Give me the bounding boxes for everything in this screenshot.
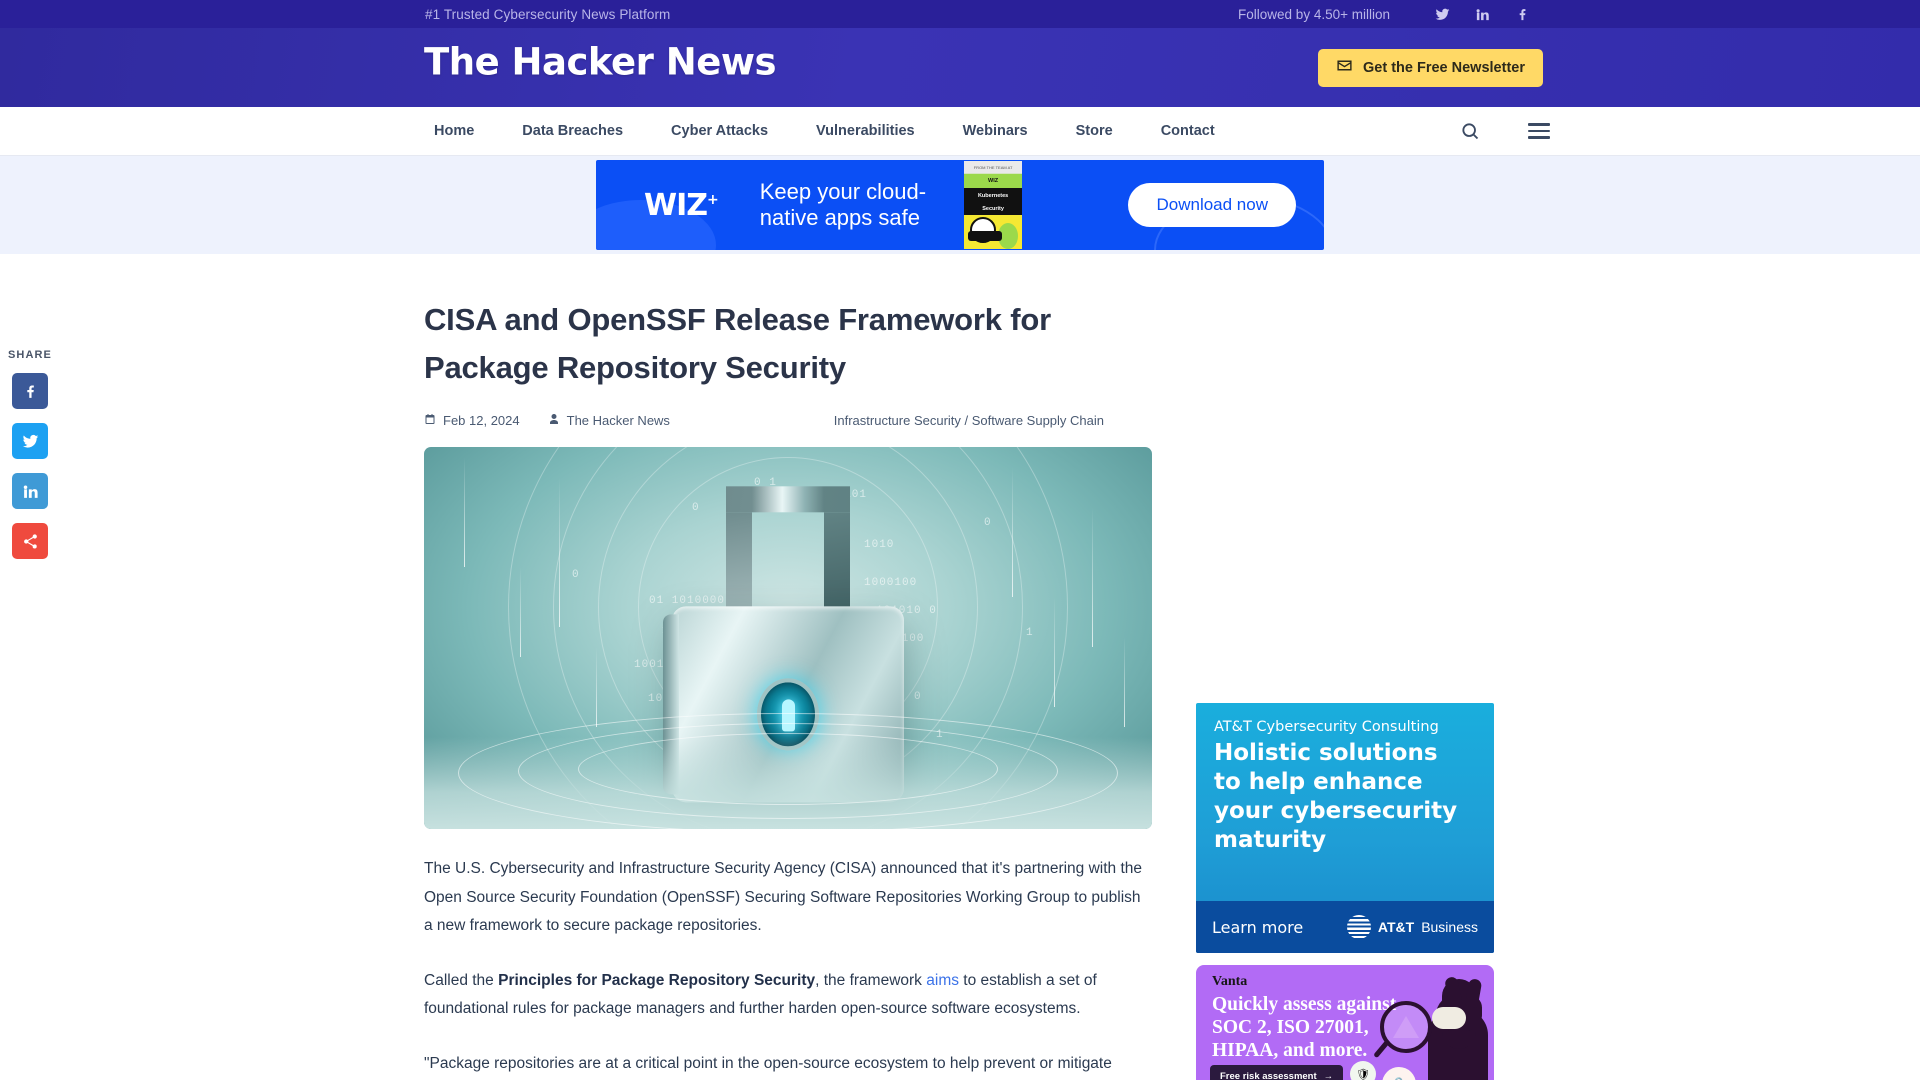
wiz-headline: Keep your cloud- native apps safe [760,179,926,231]
book-glasses-decor [968,231,1003,241]
article-date-text: Feb 12, 2024 [443,412,520,428]
att-headline-line2: to help enhance [1214,769,1423,795]
article: CISA and OpenSSF Release Framework for P… [424,254,1152,1078]
nav-item-store[interactable]: Store [1052,123,1137,139]
att-headline: Holistic solutions to help enhance your … [1196,735,1494,855]
article-paragraph-1: The U.S. Cybersecurity and Infrastructur… [424,855,1152,941]
article-featured-image: 01 1010000 0 0 1 1 101 1010 1000100 1010… [424,447,1152,829]
p2-part-2: , the framework [815,971,927,989]
p2-part-0: Called the [424,971,499,989]
twitter-icon[interactable] [1422,7,1462,22]
att-brand-suffix: Business [1421,919,1478,935]
page-title: CISA and OpenSSF Release Framework for P… [424,302,1051,385]
book-title-line2: Security [982,206,1004,212]
twitter-icon [22,434,38,448]
site-logo[interactable]: The Hacker News [424,44,777,81]
wiz-headline-line2: native apps safe [759,205,920,230]
newsletter-button-label: Get the Free Newsletter [1363,59,1525,76]
envelope-icon [1336,57,1353,78]
att-headline-line4: maturity [1214,827,1327,853]
top-utility-bar: #1 Trusted Cybersecurity News Platform F… [0,0,1920,28]
article-categories: Infrastructure Security / Software Suppl… [833,412,1104,428]
linkedin-icon[interactable] [1462,7,1502,22]
nav-item-data-breaches[interactable]: Data Breaches [498,123,647,139]
nav-actions [1460,121,1550,141]
att-headline-line1: Holistic solutions [1214,740,1438,766]
att-learn-more-link[interactable]: Learn more [1212,918,1303,937]
att-footer: Learn more AT&T Business [1196,901,1494,953]
article-author-text: The Hacker News [566,412,670,428]
leaderboard-ad-strip: WIZ+ Keep your cloud- native apps safe F… [0,156,1920,254]
site-masthead: The Hacker News Get the Free Newsletter [0,28,1920,107]
nav-item-cyber-attacks[interactable]: Cyber Attacks [647,123,792,139]
att-kicker: AT&T Cybersecurity Consulting [1214,719,1439,735]
vanta-headline-line3: HIPAA, and more. [1212,1040,1368,1061]
share-more-button[interactable] [12,523,48,559]
wiz-book-cover: FROM THE TEAM AT WIZ Kubernetes Security [964,161,1023,249]
share-label: SHARE [7,349,52,361]
facebook-icon[interactable] [1502,7,1542,22]
article-author: The Hacker News [548,413,670,428]
book-kicker: FROM THE TEAM AT [973,165,1013,170]
vanta-headline-line2: SOC 2, ISO 27001, [1212,1017,1369,1038]
aims-link[interactable]: aims [926,972,959,989]
facebook-icon [26,384,34,398]
article-paragraph-3: "Package repositories are at a critical … [424,1050,1152,1079]
att-headline-line3: your cybersecurity [1214,798,1458,824]
paragraph-3-text: "Package repositories are at a critical … [424,1054,1112,1072]
vanta-brand: Vanta [1212,974,1248,989]
nav-item-webinars[interactable]: Webinars [939,123,1052,139]
share-rail: SHARE [0,349,60,573]
article-paragraph-2: Called the Principles for Package Reposi… [424,967,1152,1024]
wiz-logo-plus: + [707,191,719,208]
site-tagline: #1 Trusted Cybersecurity News Platform [425,6,671,22]
topbar-right-group: Followed by 4.50+ million [1238,7,1542,22]
att-advertisement[interactable]: AT&T Cybersecurity Consulting Holistic s… [1196,703,1494,953]
article-meta: Feb 12, 2024 The Hacker News Infrastruct… [424,410,1152,430]
linkedin-icon [23,484,38,498]
wiz-download-button[interactable]: Download now [1128,183,1296,227]
wiz-logo: WIZ+ [644,187,719,223]
article-date: Feb 12, 2024 [424,413,520,428]
att-brand-lockup: AT&T Business [1346,915,1478,939]
nav-item-home[interactable]: Home [410,123,498,139]
share-twitter-button[interactable] [12,423,48,459]
p2-part-1-bold: Principles for Package Repository Securi… [498,971,816,989]
wiz-logo-text: WIZ [644,187,708,223]
vanta-headline-line1: Quickly assess against [1212,994,1397,1015]
book-art [964,215,1023,249]
share-facebook-button[interactable] [12,373,48,409]
book-title-line2-wrap: Security [964,203,1023,215]
calendar-icon [424,413,436,428]
att-brand-name: AT&T [1377,919,1415,935]
search-icon[interactable] [1460,121,1480,141]
newsletter-button[interactable]: Get the Free Newsletter [1318,48,1543,87]
vanta-advertisement[interactable]: Vanta Quickly assess against SOC 2, ISO … [1196,965,1494,1080]
book-title-line1: Kubernetes [977,192,1009,199]
vanta-free-risk-assessment-button[interactable]: Free risk assessment → [1210,1065,1344,1080]
vanta-headline: Quickly assess against SOC 2, ISO 27001,… [1212,993,1396,1062]
share-nodes-icon [23,533,37,549]
follower-count: Followed by 4.50+ million [1238,6,1390,22]
wiz-headline-line1: Keep your cloud- [759,179,927,204]
user-icon [548,413,560,428]
att-globe-icon [1346,915,1371,939]
nav-items: Home Data Breaches Cyber Attacks Vulnera… [410,123,1239,139]
page-content: SHARE CISA and OpenSSF Release Framework… [0,254,1920,1080]
floor-ring-3 [458,713,1118,829]
right-sidebar: AT&T Cybersecurity Consulting Holistic s… [1196,254,1494,1080]
share-linkedin-button[interactable] [12,473,48,509]
paragraph-1-text: The U.S. Cybersecurity and Infrastructur… [424,860,1143,934]
main-navigation: Home Data Breaches Cyber Attacks Vulnera… [0,107,1920,156]
wiz-advertisement[interactable]: WIZ+ Keep your cloud- native apps safe F… [596,160,1324,250]
book-title: Kubernetes [964,188,1023,203]
arrow-right-icon: → [1323,1070,1334,1080]
hamburger-menu-icon[interactable] [1528,123,1550,139]
nav-item-vulnerabilities[interactable]: Vulnerabilities [792,123,939,139]
book-brand: WIZ [964,174,1023,188]
shield-check-icon: 🛡 [1350,1061,1376,1080]
nav-item-contact[interactable]: Contact [1137,123,1239,139]
vanta-btn-label: Free risk assessment [1220,1070,1317,1080]
